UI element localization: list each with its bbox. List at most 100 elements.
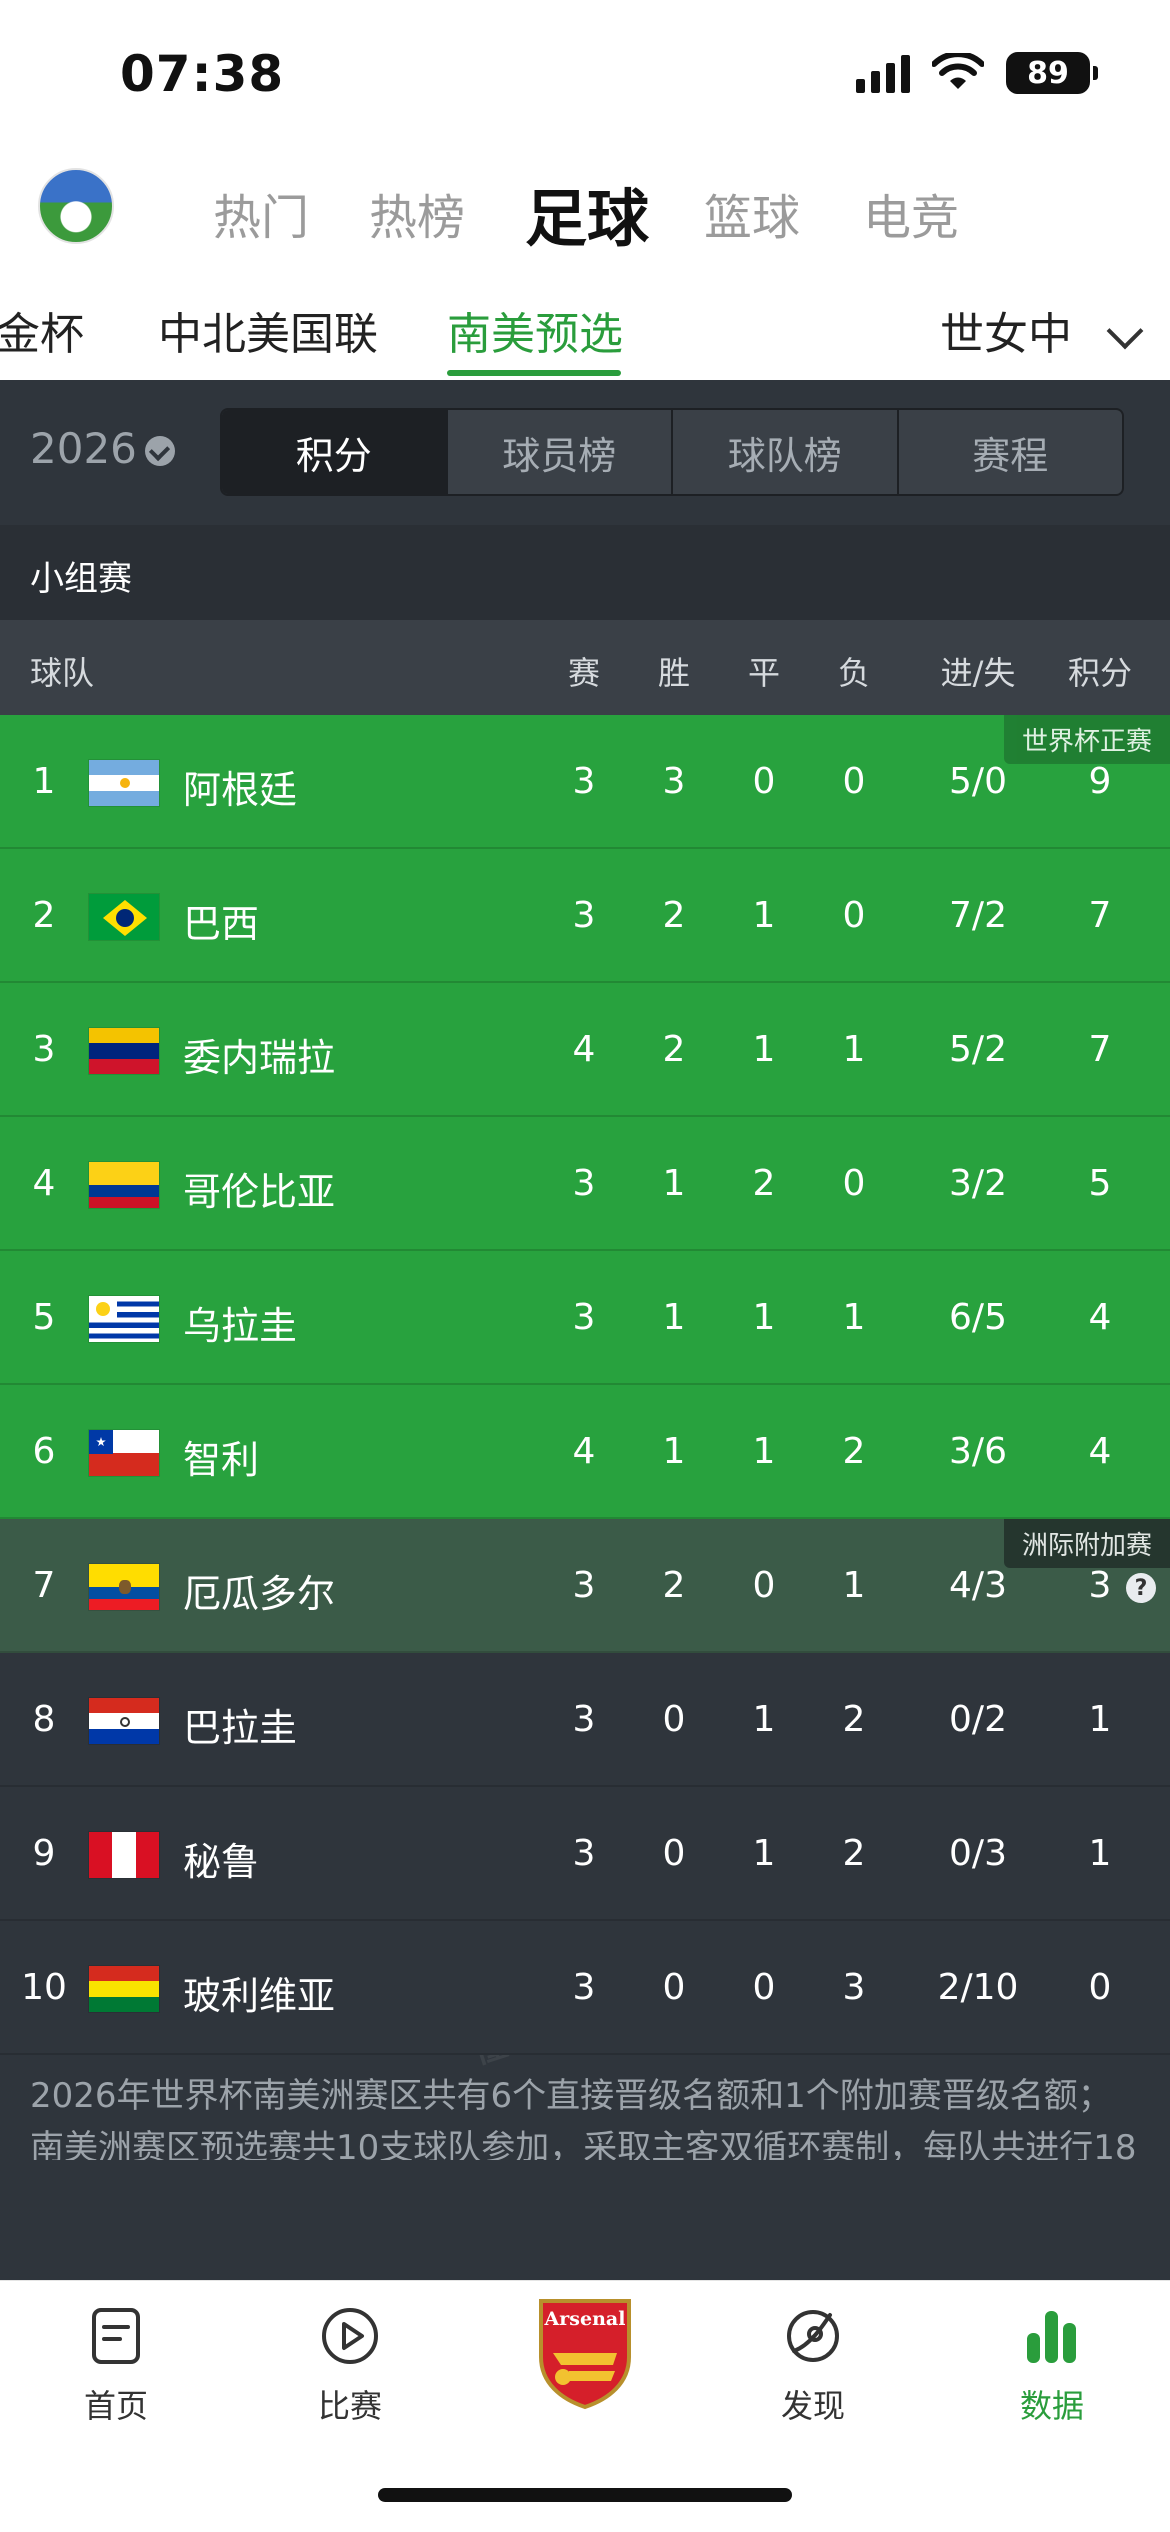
table-row[interactable]: 玻利维亚 10 3 0 0 3 2/10 0: [0, 1921, 1170, 2055]
team-name[interactable]: 巴拉圭: [183, 1697, 297, 1752]
rank-cell: 3: [32, 1029, 56, 1070]
draw-cell: 1: [752, 1297, 776, 1338]
played-cell: 3: [572, 895, 596, 936]
tab-trending[interactable]: 热榜: [369, 178, 465, 248]
rank-cell: 9: [32, 1833, 56, 1874]
table-row[interactable]: 秘鲁 9 3 0 1 2 0/3 1: [0, 1787, 1170, 1921]
standings-panel: 懂球帝 懂球帝 懂球帝 懂球帝 懂球帝 懂球帝 懂球帝 懂球帝 懂球帝 懂球帝 …: [0, 380, 1170, 2280]
subtab-concacaf-nations-league[interactable]: 中北美国联: [158, 298, 378, 362]
draw-cell: 1: [752, 1699, 776, 1740]
nav-home[interactable]: 首页: [36, 2305, 196, 2427]
team-name[interactable]: 阿根廷: [183, 759, 297, 814]
draw-cell: 1: [752, 1833, 776, 1874]
win-cell: 1: [662, 1431, 686, 1472]
nav-team[interactable]: Arsenal: [505, 2295, 665, 2411]
segmented-control: 积分 球员榜 球队榜 赛程: [220, 408, 1124, 496]
nav-matches[interactable]: 比赛: [270, 2305, 430, 2427]
season-dropdown-icon[interactable]: [145, 436, 175, 466]
nav-discover[interactable]: 发现: [733, 2305, 893, 2427]
col-goals: 进/失: [940, 654, 1016, 692]
points-cell: 7: [1088, 895, 1112, 936]
win-cell: 1: [662, 1297, 686, 1338]
avatar[interactable]: [38, 168, 114, 244]
loss-cell: 0: [842, 895, 866, 936]
loss-cell: 0: [842, 761, 866, 802]
battery-icon: 89: [1006, 52, 1098, 94]
col-win: 胜: [657, 654, 691, 692]
goals-cell: 0/2: [949, 1699, 1007, 1740]
peru-flag-icon: [88, 1831, 160, 1879]
rank-cell: 6: [32, 1431, 56, 1472]
win-cell: 0: [662, 1699, 686, 1740]
nav-data[interactable]: 数据: [972, 2305, 1132, 2427]
loss-cell: 2: [842, 1431, 866, 1472]
team-name[interactable]: 智利: [183, 1429, 259, 1484]
tab-football[interactable]: 足球: [525, 168, 649, 258]
loss-cell: 1: [842, 1565, 866, 1606]
team-name[interactable]: 秘鲁: [183, 1831, 259, 1886]
chevron-down-icon[interactable]: [1106, 312, 1144, 350]
table-row[interactable]: 阿根廷 1 3 3 0 0 5/0 9 世界杯正赛: [0, 715, 1170, 849]
paraguay-flag-icon: [88, 1697, 160, 1745]
team-name[interactable]: 玻利维亚: [183, 1965, 335, 2020]
table-row[interactable]: 巴拉圭 8 3 0 1 2 0/2 1: [0, 1653, 1170, 1787]
table-row[interactable]: 乌拉圭 5 3 1 1 1 6/5 4: [0, 1251, 1170, 1385]
subtab-conmebol-qualifiers[interactable]: 南美预选: [447, 298, 623, 362]
points-cell: 3: [1088, 1565, 1112, 1606]
team-name[interactable]: 委内瑞拉: [183, 1027, 335, 1082]
ecuador-flag-icon: [88, 1563, 160, 1611]
top-tab-bar: 热门 热榜 足球 篮球 电竞: [0, 150, 1170, 270]
help-icon[interactable]: ?: [1126, 1573, 1156, 1603]
goals-cell: 0/3: [949, 1833, 1007, 1874]
segment-schedule[interactable]: 赛程: [896, 410, 1123, 494]
table-row[interactable]: 智利 6 4 1 1 2 3/6 4: [0, 1385, 1170, 1519]
status-time: 07:38: [120, 45, 285, 103]
draw-cell: 0: [752, 761, 776, 802]
bar-chart-icon: [1027, 2311, 1076, 2363]
played-cell: 3: [572, 1967, 596, 2008]
goals-cell: 7/2: [949, 895, 1007, 936]
played-cell: 3: [572, 1565, 596, 1606]
goals-cell: 3/2: [949, 1163, 1007, 1204]
tab-esports[interactable]: 电竞: [863, 178, 959, 248]
document-icon: [92, 2308, 140, 2364]
nav-discover-label: 发现: [780, 2387, 845, 2425]
venezuela-flag-icon: [88, 1027, 160, 1075]
loss-cell: 2: [842, 1699, 866, 1740]
segment-standings[interactable]: 积分: [222, 410, 446, 494]
col-team: 球队: [30, 654, 95, 692]
rank-cell: 4: [32, 1163, 56, 1204]
draw-cell: 0: [752, 1967, 776, 2008]
played-cell: 3: [572, 1297, 596, 1338]
tab-hot[interactable]: 热门: [213, 178, 309, 248]
uruguay-flag-icon: [88, 1295, 160, 1343]
colombia-flag-icon: [88, 1161, 160, 1209]
loss-cell: 1: [842, 1297, 866, 1338]
draw-cell: 0: [752, 1565, 776, 1606]
team-name[interactable]: 哥伦比亚: [183, 1161, 335, 1216]
team-name[interactable]: 厄瓜多尔: [183, 1563, 335, 1618]
rank-cell: 5: [32, 1297, 56, 1338]
subtab-womens-world-cup[interactable]: 世女中: [940, 298, 1072, 362]
segment-player-rankings[interactable]: 球员榜: [445, 410, 672, 494]
wifi-icon: [932, 53, 984, 89]
active-tab-indicator: [447, 370, 621, 376]
table-row[interactable]: 巴西 2 3 2 1 0 7/2 7: [0, 849, 1170, 983]
table-row[interactable]: 厄瓜多尔 7 3 2 0 1 4/3 3 洲际附加赛?: [0, 1519, 1170, 1653]
draw-cell: 1: [752, 1029, 776, 1070]
arsenal-crest-icon: Arsenal: [539, 2299, 631, 2410]
team-name[interactable]: 乌拉圭: [183, 1295, 297, 1350]
subtab-gold-cup[interactable]: 金杯: [0, 298, 84, 362]
team-name[interactable]: 巴西: [183, 893, 259, 948]
segment-team-rankings[interactable]: 球队榜: [671, 410, 897, 494]
col-points: 积分: [1067, 654, 1133, 692]
win-cell: 0: [662, 1833, 686, 1874]
nav-home-label: 首页: [83, 2387, 148, 2425]
table-header: 球队 赛 胜 平 负 进/失 积分: [0, 620, 1170, 715]
season-selector[interactable]: 2026: [30, 424, 137, 473]
table-row[interactable]: 哥伦比亚 4 3 1 2 0 3/2 5: [0, 1117, 1170, 1251]
tab-basketball[interactable]: 篮球: [704, 178, 800, 248]
points-cell: 4: [1088, 1297, 1112, 1338]
table-row[interactable]: 委内瑞拉 3 4 2 1 1 5/2 7: [0, 983, 1170, 1117]
points-cell: 1: [1088, 1699, 1112, 1740]
